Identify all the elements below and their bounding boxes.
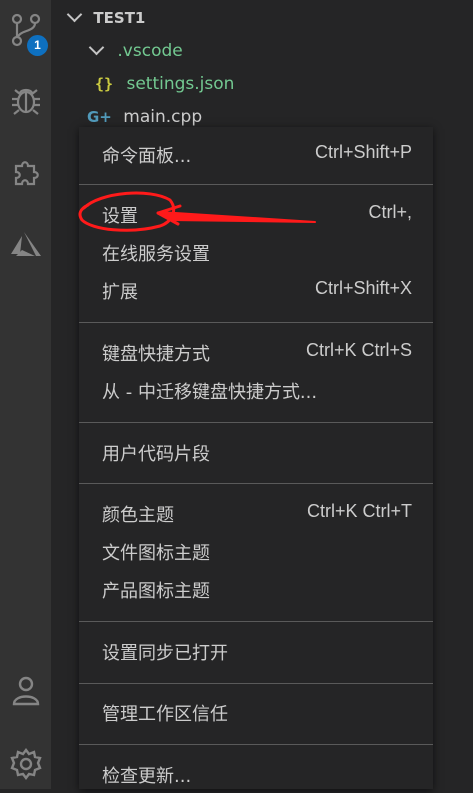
- menu-separator: [79, 422, 433, 423]
- menu-item-keyboard-shortcuts[interactable]: 键盘快捷方式 Ctrl+K Ctrl+S: [79, 333, 433, 371]
- menu-item-shortcut: Ctrl+Shift+X: [314, 278, 412, 298]
- workspace-header[interactable]: TEST1: [66, 3, 146, 33]
- menu-item-label: 命令面板...: [102, 146, 192, 167]
- menu-item-settings[interactable]: 设置 Ctrl+,: [79, 195, 433, 233]
- menu-separator: [79, 683, 433, 684]
- menu-separator: [79, 322, 433, 323]
- chevron-down-icon: [88, 39, 105, 55]
- menu-item-user-snippets[interactable]: 用户代码片段: [79, 433, 433, 471]
- menu-item-check-updates[interactable]: 检查更新...: [79, 755, 433, 793]
- json-file-icon: {}: [95, 75, 114, 93]
- menu-item-label: 产品图标主题: [102, 581, 210, 602]
- cpp-file-icon: G+: [87, 108, 112, 126]
- manage-gear-icon[interactable]: [0, 738, 51, 789]
- menu-item-shortcut: Ctrl+K Ctrl+S: [305, 340, 412, 360]
- menu-item-label: 用户代码片段: [102, 444, 210, 465]
- menu-item-label: 颜色主题: [102, 505, 174, 526]
- source-control-badge: 1: [27, 35, 48, 56]
- menu-separator: [79, 184, 433, 185]
- menu-separator: [79, 483, 433, 484]
- chevron-down-icon: [66, 6, 83, 22]
- folder-name: .vscode: [117, 41, 183, 61]
- menu-item-label: 设置同步已打开: [102, 643, 228, 664]
- menu-separator: [79, 621, 433, 622]
- menu-item-file-icon-theme[interactable]: 文件图标主题: [79, 532, 433, 570]
- extensions-icon[interactable]: [0, 146, 51, 197]
- folder-vscode[interactable]: .vscode: [88, 36, 183, 66]
- menu-item-color-theme[interactable]: 颜色主题 Ctrl+K Ctrl+T: [79, 494, 433, 532]
- file-settings-json[interactable]: {} settings.json: [95, 69, 234, 99]
- menu-item-label: 检查更新...: [102, 766, 192, 787]
- menu-item-command-palette[interactable]: 命令面板... Ctrl+Shift+P: [79, 135, 433, 173]
- menu-item-shortcut: Ctrl+K Ctrl+T: [306, 501, 412, 521]
- manage-context-menu: 命令面板... Ctrl+Shift+P 设置 Ctrl+, 在线服务设置 扩展…: [79, 127, 433, 789]
- source-control-icon[interactable]: 1: [0, 4, 51, 56]
- menu-item-product-icon-theme[interactable]: 产品图标主题: [79, 570, 433, 608]
- menu-item-shortcut: Ctrl+,: [368, 202, 412, 222]
- activity-bar: 1: [0, 0, 51, 789]
- menu-item-extensions[interactable]: 扩展 Ctrl+Shift+X: [79, 271, 433, 309]
- menu-item-workspace-trust[interactable]: 管理工作区信任: [79, 693, 433, 731]
- menu-item-label: 键盘快捷方式: [102, 344, 210, 365]
- menu-item-label: 在线服务设置: [102, 244, 210, 265]
- menu-separator: [79, 744, 433, 745]
- menu-item-shortcut: Ctrl+Shift+P: [314, 142, 412, 162]
- account-icon[interactable]: [0, 664, 51, 715]
- file-name: settings.json: [126, 74, 235, 94]
- menu-item-label: 文件图标主题: [102, 543, 210, 564]
- menu-item-label: 设置: [102, 206, 138, 227]
- menu-item-label: 管理工作区信任: [102, 704, 228, 725]
- azure-icon[interactable]: [0, 218, 51, 269]
- menu-item-online-services-settings[interactable]: 在线服务设置: [79, 233, 433, 271]
- menu-item-migrate-keybindings[interactable]: 从 - 中迁移键盘快捷方式...: [79, 371, 433, 409]
- menu-item-settings-sync[interactable]: 设置同步已打开: [79, 632, 433, 670]
- menu-item-label: 从 - 中迁移键盘快捷方式...: [102, 382, 318, 403]
- workspace-title: TEST1: [93, 9, 146, 27]
- file-name: main.cpp: [123, 107, 203, 127]
- debug-icon[interactable]: [0, 74, 51, 125]
- menu-item-label: 扩展: [102, 282, 138, 303]
